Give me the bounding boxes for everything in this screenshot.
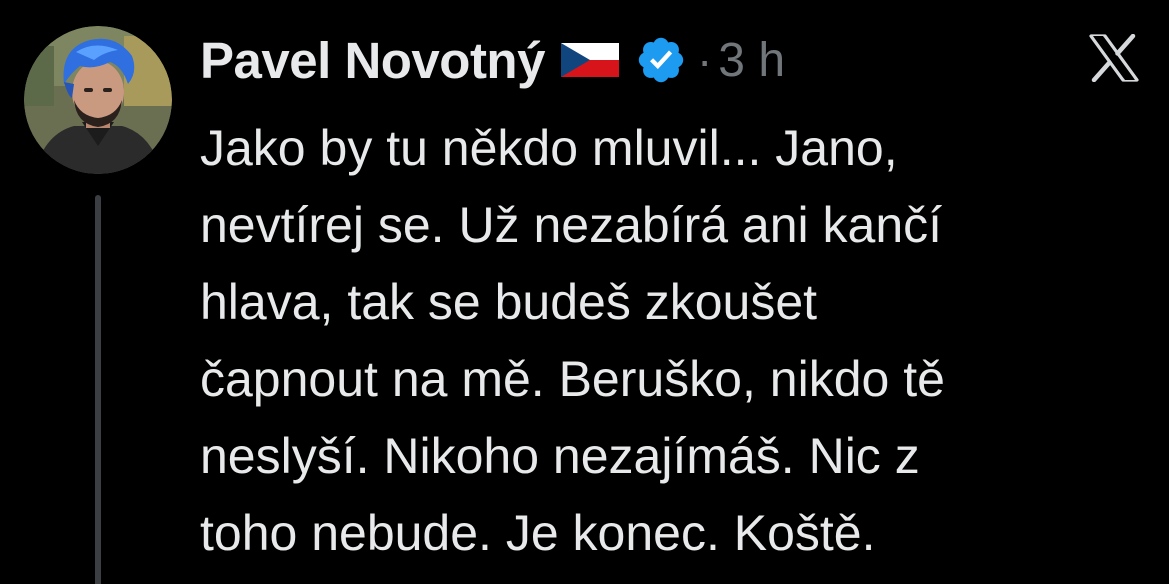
author-display-name[interactable]: Pavel Novotný	[200, 31, 545, 90]
tweet-text-line: toho nebude. Je konec. Koště.	[200, 505, 876, 561]
tweet-text-line: neslyší. Nikoho nezajímáš. Nic z	[200, 428, 920, 484]
tweet-timestamp[interactable]: 3 h	[718, 33, 785, 88]
tweet-text-line: nevtírej se. Už nezabírá ani kančí	[200, 197, 943, 253]
avatar-image	[24, 26, 172, 174]
czech-flag-icon	[560, 43, 619, 77]
tweet-text: Jako by tu někdo mluvil... Jano, nevtíre…	[200, 110, 1150, 572]
header-separator: ·	[696, 34, 713, 86]
thread-connector-line	[95, 195, 101, 584]
x-logo-icon[interactable]	[1087, 34, 1141, 82]
tweet-text-line: Jako by tu někdo mluvil... Jano,	[200, 120, 898, 176]
verified-badge-icon[interactable]	[635, 34, 687, 86]
avatar[interactable]	[24, 26, 172, 174]
tweet-header: Pavel Novotný · 3 h	[200, 28, 785, 92]
tweet-text-line: hlava, tak se budeš zkoušet	[200, 274, 818, 330]
tweet-text-line: čapnout na mě. Beruško, nikdo tě	[200, 351, 945, 407]
